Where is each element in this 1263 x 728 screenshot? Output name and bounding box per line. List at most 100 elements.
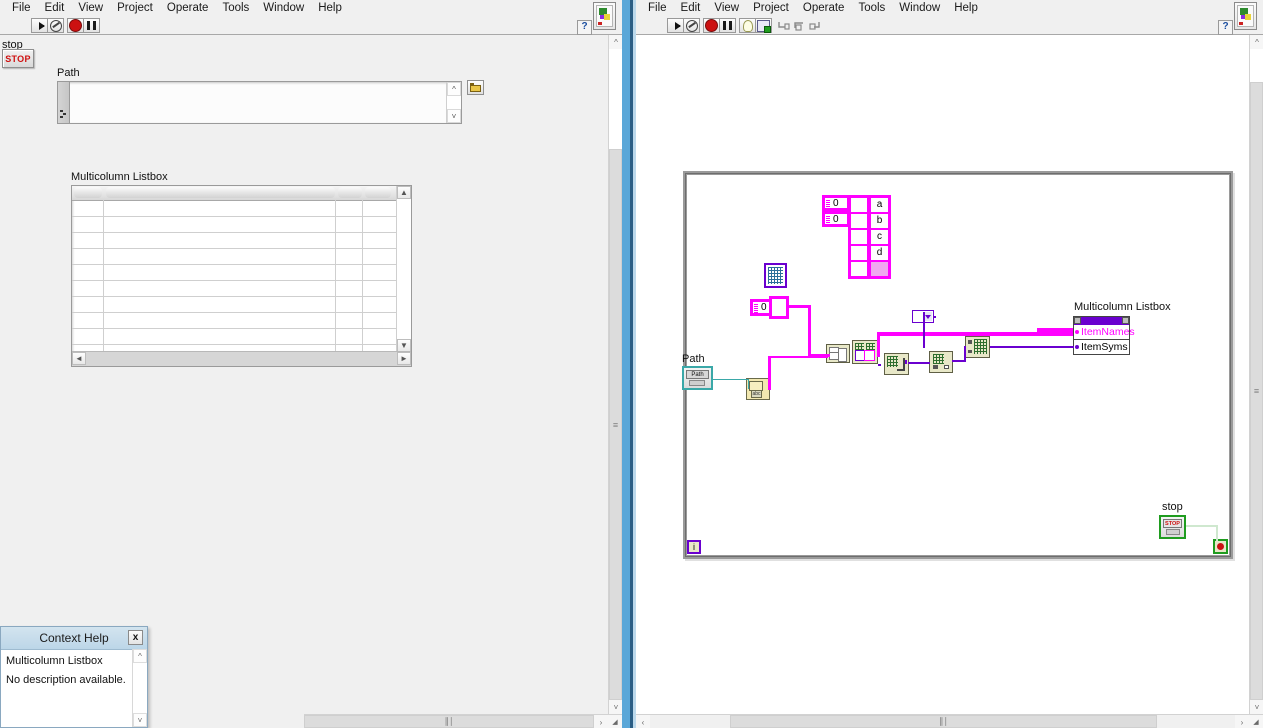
bd-scroll-thumb[interactable]: ≡ xyxy=(1250,82,1263,700)
table-row[interactable] xyxy=(72,216,397,233)
bd-step-into-button[interactable] xyxy=(775,18,792,33)
fp-context-help-button[interactable]: ? xyxy=(577,20,592,35)
fp-menu-help[interactable]: Help xyxy=(311,0,349,17)
fp-menu-project[interactable]: Project xyxy=(110,0,160,17)
stop-button[interactable]: STOP xyxy=(2,49,34,68)
multicolumn-listbox[interactable]: ▲ ▼ ◄ ► xyxy=(71,185,412,367)
wire-string-array[interactable] xyxy=(1037,328,1073,332)
listbox-horizontal-scrollbar[interactable]: ◄ ► xyxy=(72,351,411,366)
front-panel-vertical-scrollbar[interactable]: ^ ≡ ˅ xyxy=(608,35,622,714)
bd-step-over-button[interactable] xyxy=(791,18,808,33)
fp-menu-file[interactable]: File xyxy=(5,0,38,17)
table-row[interactable] xyxy=(72,232,397,249)
listbox-header-col-3[interactable] xyxy=(365,187,391,198)
fp-run-continuously-button[interactable] xyxy=(47,18,64,33)
context-help-scroll-down-arrow[interactable]: ˅ xyxy=(133,713,147,727)
build-array-node[interactable] xyxy=(852,340,878,364)
bd-abort-button[interactable] xyxy=(703,18,720,33)
fp-scroll-thumb[interactable]: ≡ xyxy=(609,149,622,700)
bd-scroll-down-arrow[interactable]: ˅ xyxy=(1250,700,1263,714)
bd-menu-project[interactable]: Project xyxy=(746,0,796,17)
table-row[interactable] xyxy=(72,328,397,345)
array-size-node[interactable] xyxy=(929,351,953,373)
listbox-header-col-1[interactable] xyxy=(106,187,335,198)
wire-string[interactable] xyxy=(768,387,771,390)
while-loop[interactable] xyxy=(683,171,1233,559)
fp-scroll-thumb-top[interactable] xyxy=(609,49,622,149)
wire-path[interactable] xyxy=(713,379,749,380)
wire-refnum[interactable] xyxy=(934,316,936,318)
bd-menu-window[interactable]: Window xyxy=(892,0,947,17)
bd-scroll-up-arrow[interactable]: ^ xyxy=(1250,35,1263,49)
path-scroll-down-arrow[interactable]: ˅ xyxy=(447,109,461,123)
listbox-scroll-left-arrow[interactable]: ◄ xyxy=(72,352,86,365)
listbox-scroll-right-arrow[interactable]: ► xyxy=(397,352,411,365)
array-cell[interactable] xyxy=(851,262,867,276)
block-diagram-vertical-scrollbar[interactable]: ^ ≡ ˅ xyxy=(1249,35,1263,714)
bd-menu-help[interactable]: Help xyxy=(947,0,985,17)
bd-menu-edit[interactable]: Edit xyxy=(674,0,708,17)
loop-conditional-terminal[interactable] xyxy=(1213,539,1228,554)
array-cell[interactable] xyxy=(851,198,867,212)
array-index-row[interactable]: 0 xyxy=(822,195,850,211)
bd-pause-button[interactable] xyxy=(719,18,736,33)
table-row[interactable] xyxy=(72,296,397,313)
table-row[interactable] xyxy=(72,264,397,281)
wire-refnum[interactable] xyxy=(923,316,925,318)
wire-refnum[interactable] xyxy=(878,364,881,366)
block-diagram-horizontal-scrollbar[interactable]: ‹ ∥∣ › ◢ xyxy=(636,714,1263,728)
listbox-header-row[interactable] xyxy=(72,186,411,201)
transpose-array-node[interactable] xyxy=(884,353,909,375)
iteration-terminal[interactable]: i xyxy=(687,540,701,554)
bd-menu-operate[interactable]: Operate xyxy=(796,0,852,17)
context-help-scrollbar[interactable]: ^ ˅ xyxy=(132,649,147,727)
bd-vi-icon[interactable] xyxy=(1234,2,1257,30)
listbox-vertical-scrollbar[interactable]: ▲ ▼ xyxy=(396,186,411,352)
bd-menu-view[interactable]: View xyxy=(707,0,746,17)
bd-menu-tools[interactable]: Tools xyxy=(851,0,892,17)
bd-menu-file[interactable]: File xyxy=(641,0,674,17)
bd-resize-grip[interactable]: ◢ xyxy=(1249,715,1263,728)
wire-string[interactable] xyxy=(808,305,811,357)
block-diagram-canvas[interactable]: 0 0 a b c d 0 Path Path abc Multicolumn … xyxy=(636,35,1249,714)
front-panel-horizontal-scrollbar[interactable]: ∥∣ › ◢ xyxy=(304,714,622,728)
array-cell[interactable] xyxy=(871,262,888,276)
list-folder-vi[interactable]: abc xyxy=(746,378,770,400)
wire-refnum[interactable] xyxy=(908,362,930,364)
table-constant[interactable] xyxy=(764,263,787,288)
wire-string-array[interactable] xyxy=(877,332,1073,336)
string-constant-box[interactable] xyxy=(769,296,789,319)
wire-boolean[interactable] xyxy=(1186,525,1218,527)
path-browse-button[interactable] xyxy=(467,80,484,95)
multicolumn-listbox-property-node[interactable]: ItemNames ItemSyms xyxy=(1073,316,1135,355)
bd-hscroll-thumb[interactable]: ∥∣ xyxy=(730,715,1157,728)
array-cell[interactable]: c xyxy=(871,230,888,244)
fp-vi-icon[interactable] xyxy=(593,2,616,30)
array-cell[interactable] xyxy=(851,214,867,228)
context-help-scroll-up-arrow[interactable]: ^ xyxy=(133,649,147,663)
array-index-col[interactable]: 0 xyxy=(822,211,850,227)
fp-hscroll-thumb[interactable]: ∥∣ xyxy=(304,715,594,728)
wire-refnum[interactable] xyxy=(964,346,966,362)
bd-scroll-left-arrow[interactable]: ‹ xyxy=(636,715,650,728)
wire-refnum[interactable] xyxy=(905,360,907,364)
path-scrollbar[interactable]: ^ ˅ xyxy=(446,82,461,123)
fp-abort-button[interactable] xyxy=(67,18,84,33)
fp-scroll-up-arrow[interactable]: ^ xyxy=(609,35,622,49)
fp-run-button[interactable] xyxy=(31,18,48,33)
fp-menu-tools[interactable]: Tools xyxy=(215,0,256,17)
array-cell[interactable]: d xyxy=(871,246,888,260)
bd-context-help-button[interactable]: ? xyxy=(1218,20,1233,35)
wire-string[interactable] xyxy=(768,356,771,389)
table-row[interactable] xyxy=(72,312,397,329)
property-item-itemsyms[interactable]: ItemSyms xyxy=(1074,340,1129,355)
wire-string[interactable] xyxy=(770,356,828,358)
wire-refnum[interactable] xyxy=(990,346,1074,348)
bd-run-continuously-button[interactable] xyxy=(683,18,700,33)
fp-menu-operate[interactable]: Operate xyxy=(160,0,216,17)
array-to-cluster-node[interactable] xyxy=(965,336,990,358)
fp-scroll-right-arrow[interactable]: › xyxy=(594,715,608,728)
table-row[interactable] xyxy=(72,200,397,217)
table-row[interactable] xyxy=(72,248,397,265)
bd-retain-wire-values-button[interactable] xyxy=(755,18,772,33)
